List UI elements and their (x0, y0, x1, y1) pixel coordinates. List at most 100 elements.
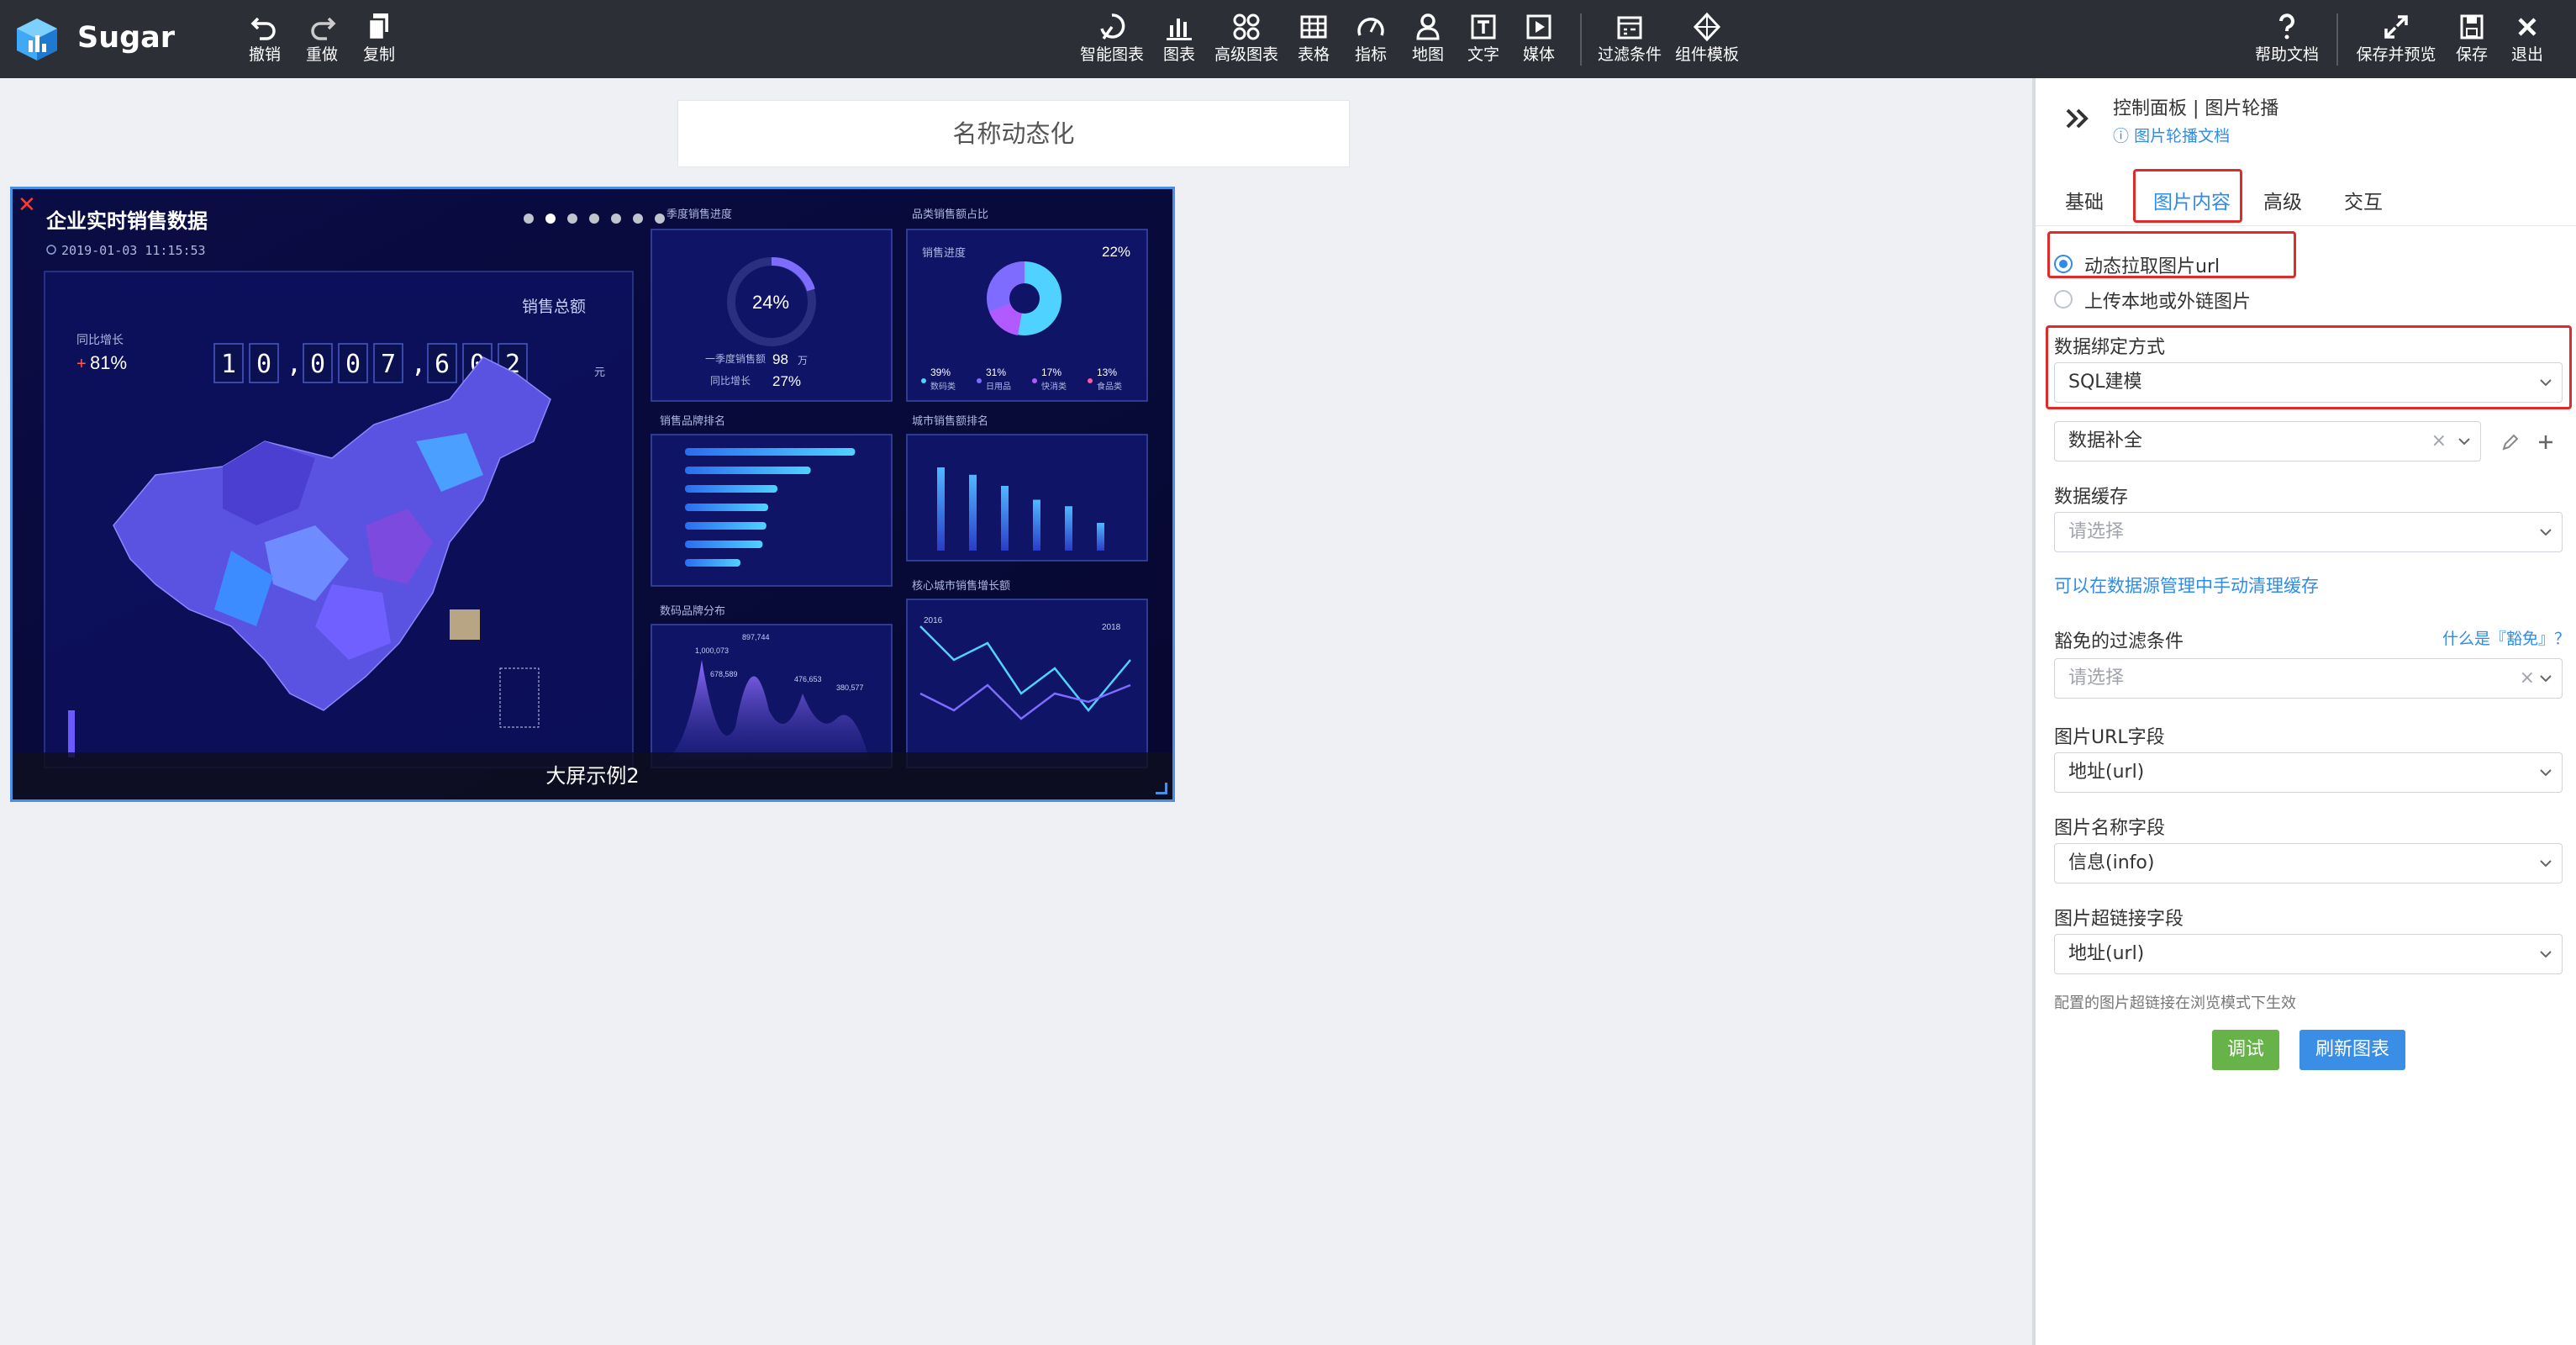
carousel-doc-link[interactable]: ⓘ 图片轮播文档 (2113, 124, 2230, 146)
gauge-icon (1357, 18, 1384, 36)
filter-icon (1617, 16, 1642, 40)
category-percent: 39% (930, 367, 951, 378)
canvas-title-component[interactable]: 名称动态化 (677, 100, 1350, 167)
template-button[interactable]: 组件模板 (1669, 10, 1745, 71)
highlight-tab (2133, 169, 2242, 223)
city-bar (1097, 523, 1104, 551)
refresh-chart-button[interactable]: 刷新图表 (2299, 1030, 2405, 1070)
exempt-select[interactable]: 请选择 × (2054, 658, 2563, 699)
radio-upload-local-label[interactable]: 上传本地或外链图片 (2084, 287, 2251, 314)
total-digit: 7 (381, 350, 396, 379)
carousel-indicators (524, 211, 677, 224)
dash-total-label: 销售总额 (522, 298, 586, 316)
chevron-down-icon (2458, 438, 2470, 446)
total-digit-separator: , (287, 350, 302, 379)
city-bar (1033, 499, 1040, 551)
highlight-binding (2046, 325, 2572, 409)
app-name: Sugar (77, 21, 176, 55)
clear-icon[interactable]: × (2431, 422, 2447, 461)
name-field-select[interactable]: 信息(info) (2054, 843, 2563, 883)
carousel-dot[interactable] (655, 214, 665, 224)
brand-bar (685, 448, 856, 456)
help-doc-button[interactable]: 帮助文档 (2249, 10, 2325, 71)
dash-brand-title: 销售品牌排名 (660, 414, 725, 427)
carousel-dot[interactable] (633, 214, 643, 224)
category-percent: 13% (1097, 367, 1117, 378)
tab-interaction[interactable]: 交互 (2338, 181, 2389, 224)
link-field-value: 地址(url) (2068, 943, 2145, 964)
map-pin-icon (1416, 13, 1440, 40)
panel-tabs: 基础 图片内容 高级 交互 (2036, 172, 2576, 226)
carousel-dot[interactable] (524, 214, 534, 224)
help-circle-icon: ⓘ (2113, 127, 2130, 145)
dash-growth-title: 核心城市销售增长额 (912, 579, 1010, 592)
carousel-dot[interactable] (611, 214, 621, 224)
sugar-logo-icon (17, 18, 57, 61)
total-digit: 0 (256, 350, 271, 379)
add-plus-icon[interactable] (2535, 431, 2557, 453)
radio-upload-local[interactable] (2054, 290, 2073, 309)
brand-bar (685, 541, 763, 548)
expand-icon (2384, 15, 2408, 39)
media-icon (1526, 14, 1551, 40)
city-bar (937, 467, 945, 551)
model-select-value: 数据补全 (2068, 430, 2143, 451)
top-toolbar: Sugar 撤销 重做 复制 智能图表 图表 高级图表 表格 指标 地图 文字 (0, 0, 2576, 78)
svg-text:+: + (76, 355, 87, 373)
control-panel: 控制面板 | 图片轮播 ⓘ 图片轮播文档 基础 图片内容 高级 交互 动态拉取图… (2032, 78, 2576, 1345)
carousel-caption: 大屏示例2 (545, 764, 640, 788)
save-icon (2460, 14, 2484, 40)
total-digit-separator: , (411, 350, 426, 379)
highlight-dynamic-url (2047, 231, 2296, 278)
brand-bar (685, 485, 777, 493)
category-percent: 17% (1041, 367, 1061, 378)
carousel-dot[interactable] (567, 214, 577, 224)
dash-yoy-label: 同比增长 (76, 333, 124, 346)
category-legend-dot (977, 378, 982, 383)
brand-bar (685, 467, 811, 474)
carousel-dot[interactable] (589, 214, 599, 224)
template-icon (1693, 12, 1721, 42)
url-field-select[interactable]: 地址(url) (2054, 752, 2563, 793)
dash-city-title: 城市销售额排名 (912, 414, 988, 427)
cache-label: 数据缓存 (2054, 487, 2129, 508)
cache-select[interactable]: 请选择 (2054, 512, 2563, 552)
carousel-caption-bar: 大屏示例2 (13, 752, 1172, 799)
image-carousel-component[interactable]: 企业实时销售数据 2019-01-03 11:15:53 销售总额 同比增长 +… (10, 187, 1175, 802)
dash-dist-title: 数码品牌分布 (660, 604, 725, 617)
dash-growth-year-a: 2018 (1102, 623, 1121, 632)
exempt-help-link[interactable]: 什么是『豁免』？ (2442, 626, 2570, 649)
tab-basic[interactable]: 基础 (2059, 181, 2110, 224)
total-digit: 6 (435, 350, 450, 379)
model-select[interactable]: 数据补全 × (2054, 421, 2481, 462)
debug-button[interactable]: 调试 (2212, 1030, 2279, 1070)
help-doc-label: 帮助文档 (2254, 45, 2319, 64)
resize-handle[interactable] (1156, 783, 1167, 794)
clear-icon[interactable]: × (2520, 659, 2535, 698)
exit-button[interactable]: 退出 (2489, 10, 2565, 71)
edit-pencil-icon[interactable] (2500, 431, 2521, 453)
link-field-select[interactable]: 地址(url) (2054, 934, 2563, 974)
canvas-title-text: 名称动态化 (952, 119, 1075, 148)
dash-quarter-sales-label: 一季度销售额 (705, 352, 766, 365)
media-button[interactable]: 媒体 (1501, 10, 1577, 71)
carousel-delete-icon[interactable]: ✕ (18, 193, 36, 218)
category-name: 快消类 (1041, 381, 1067, 392)
collapse-panel-icon[interactable] (2062, 103, 2093, 134)
dash-category-percent: 22% (1102, 244, 1130, 260)
dist-value-label: 476,653 (794, 675, 822, 683)
copy-button[interactable]: 复制 (341, 10, 417, 71)
carousel-doc-label: 图片轮播文档 (2134, 127, 2231, 145)
chevron-down-icon (2540, 860, 2552, 868)
chevron-down-icon (2540, 951, 2552, 958)
dash-category-sub: 销售进度 (922, 246, 966, 259)
brand-bar (685, 504, 768, 511)
smart-chart-icon (1100, 13, 1125, 40)
dash-title: 企业实时销售数据 (46, 209, 208, 233)
clear-cache-link[interactable]: 可以在数据源管理中手动清理缓存 (2054, 572, 2319, 598)
carousel-dot[interactable] (545, 214, 556, 224)
total-digit: 0 (310, 350, 325, 379)
category-name: 数码类 (930, 381, 956, 392)
tab-advanced[interactable]: 高级 (2257, 181, 2308, 224)
exempt-select-placeholder: 请选择 (2068, 667, 2125, 688)
